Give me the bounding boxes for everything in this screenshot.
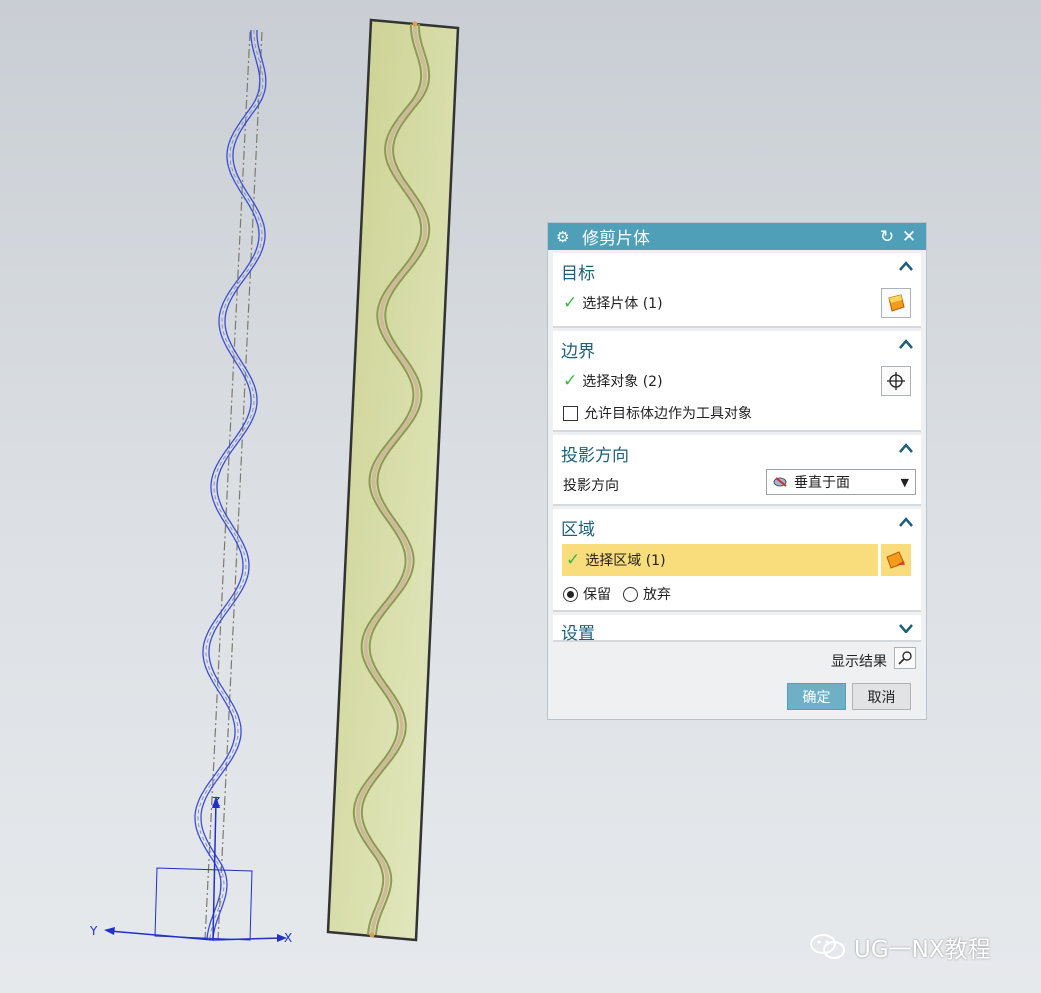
dialog-title-bar[interactable]: ⚙ 修剪片体 ↻ ✕	[548, 223, 926, 250]
group-projection-header: 投影方向	[561, 446, 629, 466]
axis-x-label: X	[284, 931, 292, 945]
select-object-label: 选择对象 (2)	[582, 374, 663, 390]
allow-target-edge-row[interactable]: 允许目标体边作为工具对象	[563, 403, 752, 423]
crosshair-icon	[887, 372, 905, 390]
normal-to-face-icon	[773, 477, 787, 487]
select-object-button[interactable]	[881, 366, 911, 396]
chevron-up-icon[interactable]	[897, 439, 915, 457]
region-radio-row: 保留 放弃	[563, 584, 671, 604]
groove-end-bottom	[369, 932, 375, 938]
axis-z-label: Z	[212, 795, 220, 809]
close-icon[interactable]: ✕	[898, 227, 920, 247]
check-icon: ✓	[563, 371, 578, 391]
discard-label: 放弃	[643, 587, 671, 603]
projection-direction-row: 投影方向	[563, 475, 619, 495]
projection-direction-label: 投影方向	[563, 478, 619, 494]
select-sheet-button[interactable]	[881, 288, 911, 318]
select-region-label: 选择区域 (1)	[585, 553, 666, 569]
region-select-icon	[886, 551, 905, 569]
magnifier-icon	[898, 651, 912, 665]
wavy-curve-center	[197, 29, 264, 941]
group-target-header: 目标	[561, 264, 595, 284]
csys-box	[154, 867, 253, 941]
select-object-row[interactable]: ✓ 选择对象 (2)	[563, 371, 663, 391]
dropdown-arrow-icon: ▼	[900, 475, 909, 489]
chevron-up-icon[interactable]	[897, 257, 915, 275]
select-sheet-row[interactable]: ✓ 选择片体 (1)	[563, 293, 663, 313]
group-boundary-header: 边界	[561, 342, 595, 362]
projection-direction-value: 垂直于面	[794, 475, 850, 491]
gear-icon[interactable]: ⚙	[556, 228, 574, 246]
axis-y-line	[109, 930, 214, 941]
group-target: 目标 ✓ 选择片体 (1)	[553, 253, 921, 328]
select-region-button[interactable]	[881, 544, 911, 576]
group-settings[interactable]: 设置	[553, 615, 921, 644]
discard-radio[interactable]	[623, 586, 638, 602]
show-result-button[interactable]	[894, 647, 916, 669]
dialog-title: 修剪片体	[582, 229, 650, 249]
watermark: UG一NX教程	[808, 930, 991, 964]
allow-target-edge-label: 允许目标体边作为工具对象	[584, 406, 752, 422]
trim-sheet-dialog: ⚙ 修剪片体 ↻ ✕ 目标 ✓ 选择片体 (1) 边界 ✓ 选择对象 (2) 允…	[547, 222, 927, 720]
projection-direction-select[interactable]: 垂直于面 ▼	[766, 469, 916, 495]
group-region-header: 区域	[561, 520, 595, 540]
cancel-button[interactable]: 取消	[852, 683, 911, 710]
chevron-up-icon[interactable]	[897, 335, 915, 353]
sheet-select-icon	[888, 294, 905, 312]
watermark-text: UG一NX教程	[854, 937, 991, 963]
axis-y-label: Y	[89, 924, 98, 938]
select-sheet-label: 选择片体 (1)	[582, 296, 663, 312]
group-boundary: 边界 ✓ 选择对象 (2) 允许目标体边作为工具对象	[553, 331, 921, 432]
chevron-down-icon[interactable]	[897, 619, 915, 637]
wavy-curve[interactable]	[194, 29, 261, 941]
keep-radio[interactable]	[563, 586, 578, 602]
check-icon: ✓	[566, 550, 581, 570]
group-settings-header: 设置	[561, 624, 595, 644]
guide-line-right	[217, 31, 263, 941]
axis-y-arrow	[104, 927, 115, 935]
show-result-row: 显示结果	[831, 651, 887, 671]
show-result-label: 显示结果	[831, 654, 887, 670]
allow-target-edge-checkbox[interactable]	[563, 405, 578, 421]
keep-label: 保留	[583, 587, 611, 603]
group-projection: 投影方向 投影方向 垂直于面 ▼	[553, 435, 921, 506]
ok-button[interactable]: 确定	[787, 683, 846, 710]
select-region-row[interactable]: ✓ 选择区域 (1)	[562, 544, 878, 576]
reset-icon[interactable]: ↻	[876, 227, 898, 247]
wechat-icon	[810, 934, 845, 959]
axis-x-line	[212, 937, 283, 941]
check-icon: ✓	[563, 293, 578, 313]
groove-end-top	[412, 21, 418, 27]
chevron-up-icon[interactable]	[897, 513, 915, 531]
group-region: 区域 ✓ 选择区域 (1) 保留 放弃	[553, 509, 921, 612]
